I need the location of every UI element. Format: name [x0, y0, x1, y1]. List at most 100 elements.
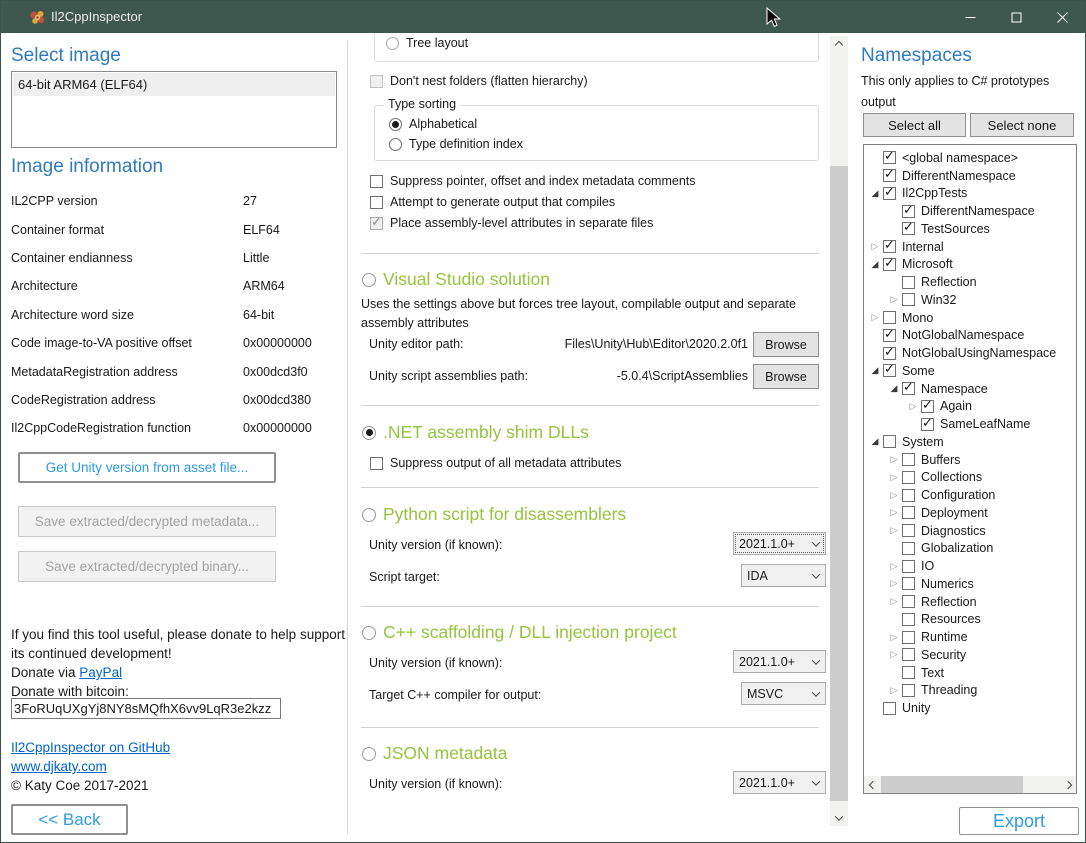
- separate-attributes-checkbox[interactable]: [370, 217, 383, 230]
- attempt-compile-checkbox[interactable]: [370, 196, 383, 209]
- suppress-attributes-checkbox[interactable]: [370, 457, 383, 470]
- namespace-checkbox[interactable]: [902, 577, 915, 590]
- namespace-checkbox[interactable]: [902, 222, 915, 235]
- assemblies-path-value[interactable]: -5.0.4\ScriptAssemblies: [561, 369, 748, 383]
- cpp-compiler-select[interactable]: MSVC: [741, 682, 826, 705]
- expander-collapsed-icon[interactable]: ▷: [905, 400, 921, 413]
- website-link[interactable]: www.djkaty.com: [11, 759, 107, 774]
- titlebar[interactable]: Il2CppInspector: [1, 1, 1085, 33]
- scroll-up-button[interactable]: [830, 36, 848, 53]
- namespace-checkbox[interactable]: [902, 293, 915, 306]
- expander-collapsed-icon[interactable]: ▷: [886, 595, 902, 608]
- script-target-select[interactable]: IDA: [741, 564, 826, 587]
- namespace-checkbox[interactable]: [902, 489, 915, 502]
- python-script-option[interactable]: Python script for disassemblers: [362, 504, 626, 525]
- expander-collapsed-icon[interactable]: ▷: [886, 631, 902, 644]
- namespace-tree-item[interactable]: ▷Security: [864, 646, 1076, 664]
- namespace-checkbox[interactable]: [883, 169, 896, 182]
- suppress-comments-checkbox[interactable]: [370, 175, 383, 188]
- suppress-attributes-option[interactable]: Suppress output of all metadata attribut…: [370, 456, 621, 470]
- namespace-tree-item[interactable]: ◢System: [864, 433, 1076, 451]
- alphabetical-option[interactable]: Alphabetical: [389, 117, 477, 131]
- json-metadata-option[interactable]: JSON metadata: [362, 743, 508, 764]
- namespace-tree-item[interactable]: ▷Numerics: [864, 575, 1076, 593]
- namespace-checkbox[interactable]: [902, 471, 915, 484]
- namespace-tree-item[interactable]: ◢Some: [864, 362, 1076, 380]
- namespace-tree-item[interactable]: ▷IO: [864, 557, 1076, 575]
- paypal-link[interactable]: PayPal: [79, 665, 122, 680]
- visual-studio-radio[interactable]: [362, 273, 376, 287]
- cpp-project-option[interactable]: C++ scaffolding / DLL injection project: [362, 622, 677, 643]
- minimize-button[interactable]: [947, 1, 993, 33]
- namespace-tree-item[interactable]: ▷Runtime: [864, 628, 1076, 646]
- namespace-checkbox[interactable]: [921, 418, 934, 431]
- namespace-checkbox[interactable]: [883, 347, 896, 360]
- save-binary-button[interactable]: Save extracted/decrypted binary...: [18, 551, 276, 582]
- namespace-checkbox[interactable]: [883, 329, 896, 342]
- namespace-tree-item[interactable]: Unity: [864, 699, 1076, 717]
- namespace-checkbox[interactable]: [902, 631, 915, 644]
- type-definition-index-radio[interactable]: [389, 138, 402, 151]
- namespace-tree-item[interactable]: NotGlobalNamespace: [864, 327, 1076, 345]
- namespace-checkbox[interactable]: [902, 666, 915, 679]
- namespace-tree-item[interactable]: DifferentNamespace: [864, 167, 1076, 185]
- namespace-tree-item[interactable]: DifferentNamespace: [864, 202, 1076, 220]
- select-none-button[interactable]: Select none: [970, 113, 1074, 137]
- namespace-tree-item[interactable]: ▷Threading: [864, 682, 1076, 700]
- expander-expanded-icon[interactable]: ◢: [867, 364, 883, 377]
- namespace-checkbox[interactable]: [883, 258, 896, 271]
- cpp-project-radio[interactable]: [362, 626, 376, 640]
- expander-collapsed-icon[interactable]: ▷: [886, 524, 902, 537]
- visual-studio-option[interactable]: Visual Studio solution: [362, 269, 550, 290]
- namespace-checkbox[interactable]: [883, 702, 896, 715]
- namespace-tree-item[interactable]: ◢Microsoft: [864, 256, 1076, 274]
- namespace-checkbox[interactable]: [902, 684, 915, 697]
- namespace-tree-item[interactable]: Reflection: [864, 273, 1076, 291]
- tree-horizontal-scrollbar[interactable]: [864, 776, 1076, 793]
- namespace-tree-item[interactable]: ▷Deployment: [864, 504, 1076, 522]
- namespace-tree-item[interactable]: Globalization: [864, 540, 1076, 558]
- namespace-tree-item[interactable]: ▷Internal: [864, 238, 1076, 256]
- scroll-left-button[interactable]: [864, 776, 881, 793]
- separate-attributes-option[interactable]: Place assembly-level attributes in separ…: [370, 216, 653, 230]
- browse-editor-path-button[interactable]: Browse: [753, 332, 819, 357]
- namespace-checkbox[interactable]: [902, 524, 915, 537]
- namespace-tree-item[interactable]: ▷Mono: [864, 309, 1076, 327]
- namespace-tree-item[interactable]: <global namespace>: [864, 149, 1076, 167]
- namespace-checkbox[interactable]: [883, 151, 896, 164]
- scrollbar-thumb[interactable]: [830, 166, 848, 801]
- namespace-checkbox[interactable]: [902, 276, 915, 289]
- scroll-down-button[interactable]: [830, 809, 848, 826]
- type-definition-index-option[interactable]: Type definition index: [389, 137, 523, 151]
- maximize-button[interactable]: [993, 1, 1039, 33]
- namespace-checkbox[interactable]: [902, 542, 915, 555]
- image-list-item[interactable]: 64-bit ARM64 (ELF64): [13, 73, 335, 96]
- namespace-tree-item[interactable]: ◢Namespace: [864, 380, 1076, 398]
- shim-dlls-radio[interactable]: [362, 426, 376, 440]
- json-unity-version-select[interactable]: 2021.1.0+: [733, 771, 826, 794]
- flatten-option[interactable]: Don't nest folders (flatten hierarchy): [370, 74, 588, 88]
- expander-expanded-icon[interactable]: ◢: [867, 258, 883, 271]
- editor-path-value[interactable]: Files\Unity\Hub\Editor\2020.2.0f1: [501, 337, 748, 351]
- expander-collapsed-icon[interactable]: ▷: [886, 293, 902, 306]
- close-button[interactable]: [1039, 1, 1085, 33]
- namespace-tree-item[interactable]: TestSources: [864, 220, 1076, 238]
- namespace-checkbox[interactable]: [902, 595, 915, 608]
- namespace-tree-item[interactable]: ▷Again: [864, 398, 1076, 416]
- namespace-tree-item[interactable]: ▷Diagnostics: [864, 522, 1076, 540]
- namespace-checkbox[interactable]: [902, 648, 915, 661]
- python-script-radio[interactable]: [362, 508, 376, 522]
- save-metadata-button[interactable]: Save extracted/decrypted metadata...: [18, 506, 276, 537]
- expander-collapsed-icon[interactable]: ▷: [886, 648, 902, 661]
- namespaces-tree[interactable]: <global namespace>DifferentNamespace◢Il2…: [863, 144, 1077, 794]
- image-listbox[interactable]: 64-bit ARM64 (ELF64): [11, 71, 337, 148]
- scroll-right-button[interactable]: [1059, 776, 1076, 793]
- expander-expanded-icon[interactable]: ◢: [867, 187, 883, 200]
- python-unity-version-select[interactable]: 2021.1.0+: [733, 532, 826, 555]
- namespace-checkbox[interactable]: [902, 205, 915, 218]
- expander-collapsed-icon[interactable]: ▷: [886, 506, 902, 519]
- export-button[interactable]: Export: [959, 807, 1079, 835]
- namespace-tree-item[interactable]: ▷Win32: [864, 291, 1076, 309]
- shim-dlls-option[interactable]: .NET assembly shim DLLs: [362, 422, 589, 443]
- get-unity-version-button[interactable]: Get Unity version from asset file...: [18, 452, 276, 483]
